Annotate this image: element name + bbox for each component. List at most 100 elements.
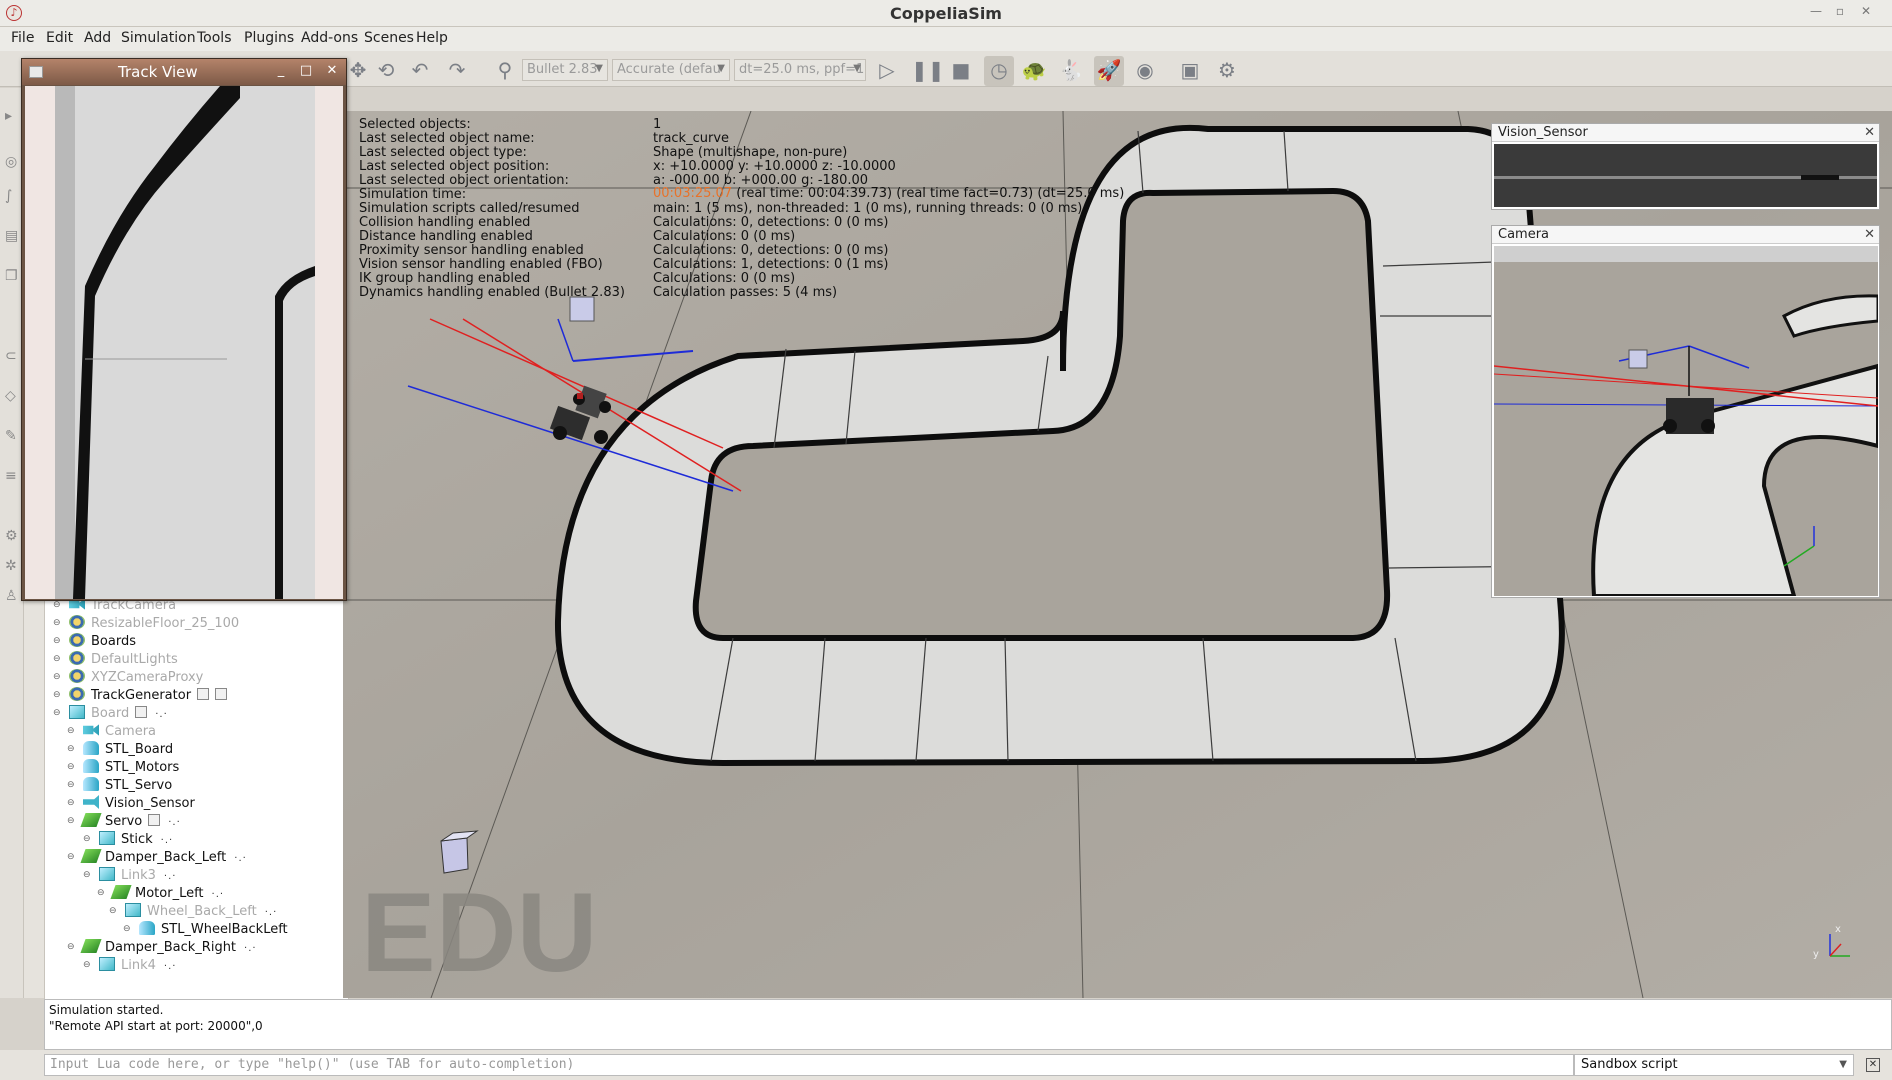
- expand-toggle-icon[interactable]: ⊖: [53, 654, 61, 664]
- expand-toggle-icon[interactable]: ⊖: [67, 780, 75, 790]
- menu-file[interactable]: File: [11, 30, 34, 46]
- close-icon[interactable]: ✕: [1864, 124, 1875, 141]
- expand-toggle-icon[interactable]: ⊖: [123, 924, 131, 934]
- menu-help[interactable]: Help: [416, 30, 448, 46]
- expand-toggle-icon[interactable]: ⊖: [53, 636, 61, 646]
- maximize-icon[interactable]: □: [298, 63, 314, 79]
- hierarchy-item[interactable]: STL_WheelBackLeft: [139, 921, 288, 939]
- close-icon[interactable]: ✕: [1856, 4, 1876, 18]
- hierarchy-item[interactable]: Stick ·.·: [99, 831, 173, 849]
- hierarchy-item[interactable]: Motor_Left ·.·: [110, 885, 224, 903]
- hierarchy-item[interactable]: ResizableFloor_25_100: [69, 615, 239, 633]
- expand-toggle-icon[interactable]: ⊖: [83, 870, 91, 880]
- slow-down-icon[interactable]: 🐢: [1021, 57, 1047, 83]
- expand-toggle-icon[interactable]: ⊖: [53, 618, 61, 628]
- hierarchy-item[interactable]: Board ·.·: [69, 705, 168, 723]
- close-icon[interactable]: ✕: [1864, 226, 1875, 243]
- engine-select[interactable]: Bullet 2.83 ▼: [522, 59, 608, 81]
- hierarchy-item[interactable]: Damper_Back_Left ·.·: [80, 849, 247, 867]
- expand-toggle-icon[interactable]: ⊖: [67, 816, 75, 826]
- menu-plugins[interactable]: Plugins: [244, 30, 294, 46]
- expand-toggle-icon[interactable]: ⊖: [67, 852, 75, 862]
- window-menu-icon[interactable]: [29, 66, 43, 78]
- minimize-icon[interactable]: —: [1806, 4, 1826, 18]
- gear-icon[interactable]: ⚙: [5, 528, 21, 544]
- model-browser-icon[interactable]: ⚙: [1214, 57, 1240, 83]
- hierarchy-item[interactable]: Camera: [83, 723, 156, 741]
- close-icon[interactable]: ✕: [1866, 1058, 1880, 1072]
- curve-icon[interactable]: ∫: [5, 188, 21, 204]
- menu-addons[interactable]: Add-ons: [301, 30, 358, 46]
- hierarchy-item[interactable]: Link3 ·.·: [99, 867, 176, 885]
- hierarchy-item[interactable]: Servo ·.·: [80, 813, 181, 831]
- link-icon[interactable]: ⊂: [5, 348, 21, 364]
- script-icon[interactable]: [197, 688, 210, 700]
- target-icon[interactable]: ◎: [5, 154, 21, 170]
- hierarchy-item[interactable]: STL_Board: [83, 741, 173, 759]
- expand-toggle-icon[interactable]: ⊖: [97, 888, 105, 898]
- script-icon[interactable]: [148, 814, 161, 826]
- console-output[interactable]: Simulation started. "Remote API start at…: [44, 999, 1892, 1050]
- expand-toggle-icon[interactable]: ⊖: [53, 708, 61, 718]
- shape-icon[interactable]: ◇: [5, 388, 21, 404]
- user-icon[interactable]: ♙: [5, 588, 21, 604]
- hierarchy-item[interactable]: DefaultLights: [69, 651, 178, 669]
- copy-icon[interactable]: ❐: [5, 268, 21, 284]
- arrow-icon[interactable]: ▸: [5, 108, 21, 124]
- pause-icon[interactable]: ❚❚: [911, 57, 945, 83]
- visualization-icon[interactable]: ◉: [1132, 57, 1158, 83]
- menu-edit[interactable]: Edit: [46, 30, 73, 46]
- hierarchy-item[interactable]: Wheel_Back_Left ·.·: [125, 903, 277, 921]
- close-icon[interactable]: ✕: [324, 63, 340, 79]
- rocket-icon[interactable]: 🚀: [1096, 57, 1122, 83]
- settings-icon[interactable]: ✲: [5, 558, 21, 574]
- stop-icon[interactable]: ■: [948, 57, 974, 83]
- speed-up-icon[interactable]: 🐇: [1058, 57, 1084, 83]
- play-icon[interactable]: ▷: [874, 57, 900, 83]
- customization-script-icon[interactable]: [215, 688, 228, 700]
- hierarchy-item[interactable]: Vision_Sensor: [83, 795, 195, 813]
- expand-toggle-icon[interactable]: ⊖: [53, 601, 61, 610]
- accuracy-select[interactable]: Accurate (defau ▼: [612, 59, 730, 81]
- expand-toggle-icon[interactable]: ⊖: [109, 906, 117, 916]
- proxy-cube[interactable]: [569, 296, 595, 322]
- light-cube[interactable]: [440, 837, 469, 874]
- hierarchy-item[interactable]: TrackCamera: [69, 601, 176, 615]
- layers-icon[interactable]: ≡: [5, 468, 21, 484]
- hierarchy-item[interactable]: Damper_Back_Right ·.·: [80, 939, 257, 957]
- vision-sensor-view[interactable]: Vision_Sensor ✕: [1491, 123, 1880, 210]
- maximize-icon[interactable]: ▫: [1830, 4, 1850, 18]
- camera-view[interactable]: Camera ✕: [1491, 225, 1880, 598]
- hierarchy-item[interactable]: XYZCameraProxy: [69, 669, 203, 687]
- timestep-select[interactable]: dt=25.0 ms, ppf=1 ▼: [734, 59, 866, 81]
- menu-add[interactable]: Add: [84, 30, 111, 46]
- menu-scenes[interactable]: Scenes: [364, 30, 414, 46]
- engine-icon[interactable]: ⚲: [492, 57, 518, 83]
- hierarchy-item[interactable]: Boards: [69, 633, 136, 651]
- expand-toggle-icon[interactable]: ⊖: [67, 744, 75, 754]
- undo-icon[interactable]: ↶: [407, 57, 433, 83]
- hierarchy-item[interactable]: TrackGenerator: [69, 687, 228, 705]
- script-type-select[interactable]: Sandbox script ▼: [1574, 1054, 1854, 1076]
- wand-icon[interactable]: ✎: [5, 428, 21, 444]
- expand-toggle-icon[interactable]: ⊖: [53, 690, 61, 700]
- expand-toggle-icon[interactable]: ⊖: [67, 726, 75, 736]
- minimize-icon[interactable]: _: [273, 63, 289, 79]
- expand-toggle-icon[interactable]: ⊖: [83, 834, 91, 844]
- clock-icon[interactable]: ◷: [986, 57, 1012, 83]
- hierarchy-item[interactable]: Link4 ·.·: [99, 957, 176, 975]
- object-rotate-icon[interactable]: ⟲: [373, 57, 399, 83]
- menu-simulation[interactable]: Simulation: [121, 30, 196, 46]
- track-view-titlebar[interactable]: Track View _ □ ✕: [22, 59, 346, 85]
- expand-toggle-icon[interactable]: ⊖: [67, 762, 75, 772]
- script-icon[interactable]: [135, 706, 148, 718]
- track-view-window[interactable]: Track View _ □ ✕: [21, 58, 347, 601]
- redo-icon[interactable]: ↷: [444, 57, 470, 83]
- object-shift-icon[interactable]: ✥: [345, 57, 371, 83]
- lua-command-input[interactable]: Input Lua code here, or type "help()" (u…: [44, 1054, 1574, 1076]
- expand-toggle-icon[interactable]: ⊖: [83, 960, 91, 970]
- hierarchy-item[interactable]: STL_Motors: [83, 759, 179, 777]
- menu-tools[interactable]: Tools: [197, 30, 232, 46]
- expand-toggle-icon[interactable]: ⊖: [53, 672, 61, 682]
- expand-toggle-icon[interactable]: ⊖: [67, 798, 75, 808]
